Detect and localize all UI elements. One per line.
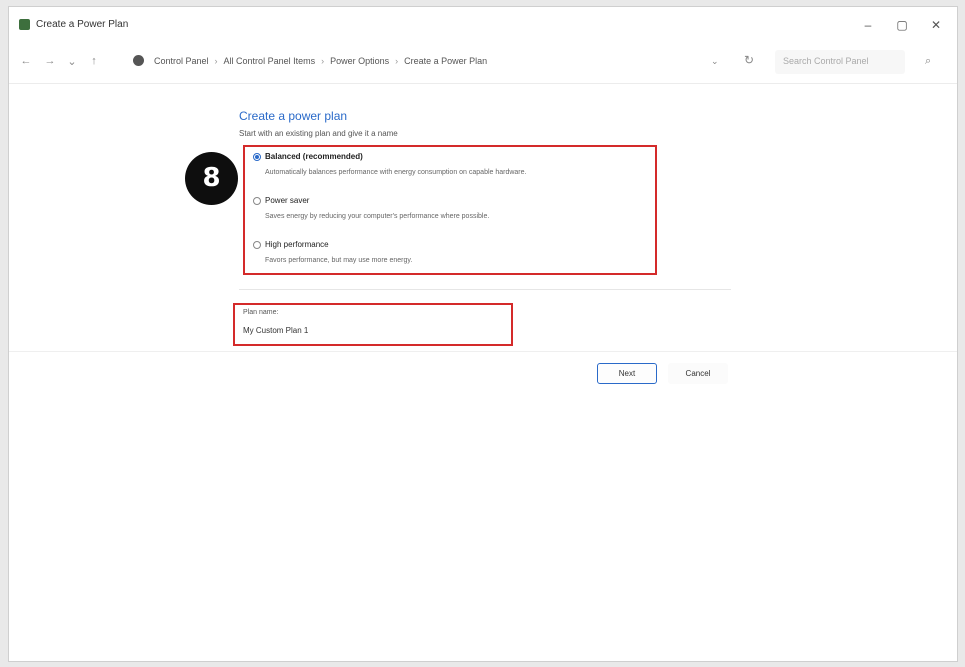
radio-button-selected[interactable] — [253, 153, 261, 161]
page-subtitle: Start with an existing plan and give it … — [239, 129, 398, 138]
divider — [9, 83, 957, 84]
plan-name: Balanced (recommended) — [265, 152, 363, 161]
step-number-badge: 8 — [185, 152, 238, 205]
divider — [239, 289, 731, 290]
plan-description: Saves energy by reducing your computer's… — [265, 213, 490, 220]
plans-highlight-box — [243, 145, 657, 275]
title-bar: Create a Power Plan – ▢ ✕ — [9, 7, 957, 43]
breadcrumb-all-items[interactable]: All Control Panel Items — [224, 56, 316, 66]
breadcrumb-create-plan[interactable]: Create a Power Plan — [404, 56, 487, 66]
plan-name-label: Plan name: — [243, 309, 279, 316]
plan-name: Power saver — [265, 196, 310, 205]
plan-description: Favors performance, but may use more ene… — [265, 257, 413, 264]
plan-name-field[interactable] — [241, 322, 505, 338]
back-arrow-icon[interactable]: ← — [19, 55, 33, 67]
power-plan-window: Create a Power Plan – ▢ ✕ ← → ⌄ ↑ Contro… — [8, 6, 958, 662]
breadcrumb: Control Panel › All Control Panel Items … — [133, 55, 487, 66]
search-icon[interactable]: ⌕ — [925, 55, 931, 68]
cancel-button[interactable]: Cancel — [668, 363, 728, 384]
next-button[interactable]: Next — [597, 363, 657, 384]
address-bar: ← → ⌄ ↑ Control Panel › All Control Pane… — [9, 43, 957, 83]
breadcrumb-control-panel[interactable]: Control Panel — [154, 56, 209, 66]
breadcrumb-separator[interactable]: › — [215, 56, 218, 66]
refresh-icon[interactable]: ↻ — [744, 53, 754, 67]
control-panel-icon — [19, 19, 30, 30]
plan-name: High performance — [265, 240, 329, 249]
close-button[interactable]: ✕ — [925, 16, 947, 34]
plan-description: Automatically balances performance with … — [265, 169, 527, 176]
radio-button[interactable] — [253, 197, 261, 205]
radio-button[interactable] — [253, 241, 261, 249]
page-title: Create a power plan — [239, 109, 348, 123]
window-title: Create a Power Plan — [36, 19, 129, 30]
address-dropdown-icon[interactable]: ⌄ — [711, 56, 719, 67]
divider — [9, 351, 957, 352]
breadcrumb-power-options[interactable]: Power Options — [330, 56, 389, 66]
search-input[interactable]: Search Control Panel — [775, 50, 905, 74]
breadcrumb-separator[interactable]: › — [321, 56, 324, 66]
maximize-button[interactable]: ▢ — [891, 16, 913, 34]
minimize-button[interactable]: – — [857, 16, 879, 34]
control-panel-breadcrumb-icon — [133, 55, 144, 66]
recent-locations-chevron-icon[interactable]: ⌄ — [65, 55, 79, 68]
forward-arrow-icon[interactable]: → — [43, 55, 57, 67]
breadcrumb-separator[interactable]: › — [395, 56, 398, 66]
up-arrow-icon[interactable]: ↑ — [87, 55, 101, 67]
